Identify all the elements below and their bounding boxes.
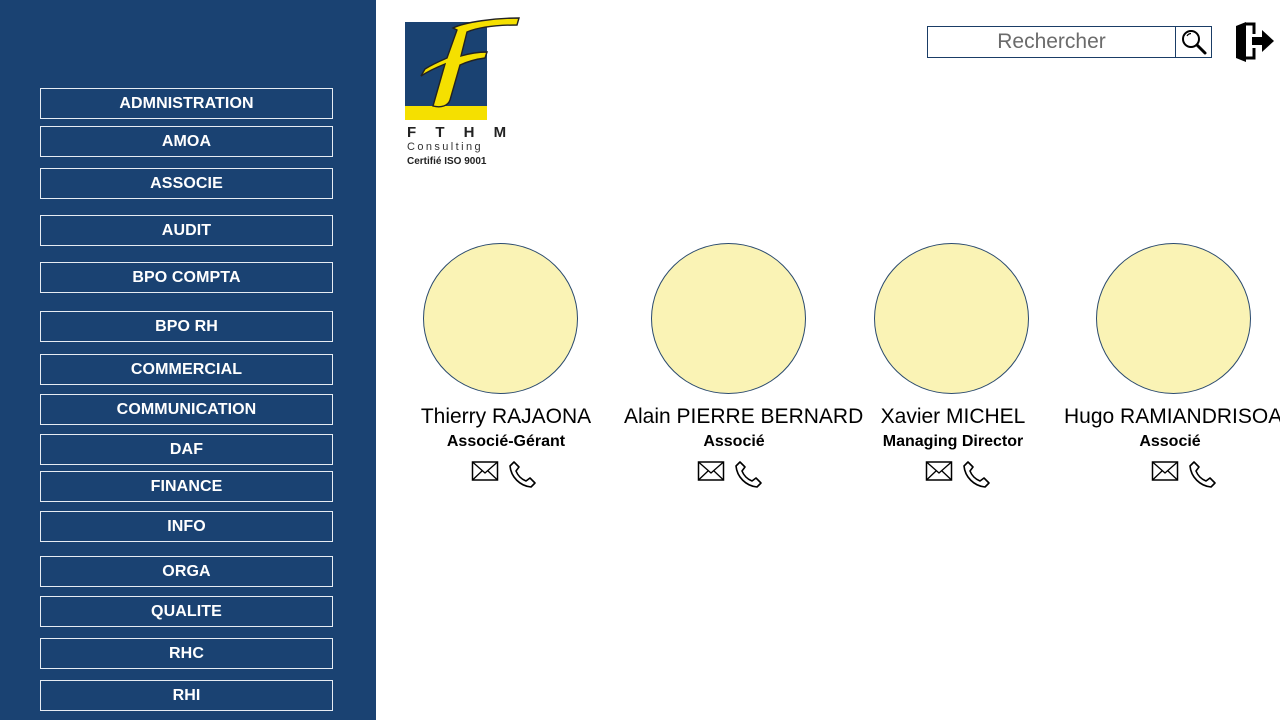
email-icon[interactable] (697, 459, 725, 483)
dept-button-commercial[interactable]: COMMERCIAL (40, 354, 333, 385)
avatar (651, 243, 806, 394)
phone-icon[interactable] (962, 459, 992, 489)
dept-button-associe[interactable]: ASSOCIE (40, 168, 333, 199)
avatar (423, 243, 578, 394)
person-card[interactable]: Alain PIERRE BERNARD Associé (624, 243, 864, 493)
person-name: Alain PIERRE BERNARD (624, 405, 864, 428)
dept-button-audit[interactable]: AUDIT (40, 215, 333, 246)
dept-button-finance[interactable]: FINANCE (40, 471, 333, 502)
avatar (874, 243, 1029, 394)
phone-icon[interactable] (508, 459, 538, 489)
person-card[interactable]: Hugo RAMIANDRISOA Associé (1060, 243, 1280, 493)
logout-icon[interactable] (1232, 20, 1276, 62)
person-name: Hugo RAMIANDRISOA (1064, 405, 1280, 428)
person-role: Associé (703, 433, 765, 450)
dept-button-bpo-compta[interactable]: BPO COMPTA (40, 262, 333, 293)
dept-button-amoa[interactable]: AMOA (40, 126, 333, 157)
person-name: Thierry RAJAONA (420, 405, 592, 428)
dept-button-admnistration[interactable]: ADMNISTRATION (40, 88, 333, 119)
search-button[interactable] (1175, 26, 1212, 58)
email-icon[interactable] (1151, 459, 1179, 483)
person-card[interactable]: Xavier MICHEL Managing Director (843, 243, 1063, 493)
phone-icon[interactable] (1188, 459, 1218, 489)
dept-button-orga[interactable]: ORGA (40, 556, 333, 587)
dept-button-rhi[interactable]: RHI (40, 680, 333, 711)
person-role: Managing Director (882, 433, 1024, 450)
logo-tagline-text: Consulting (407, 141, 483, 153)
email-icon[interactable] (925, 459, 953, 483)
person-role: Associé (1139, 433, 1201, 450)
sidebar: ADMNISTRATION AMOA ASSOCIE AUDIT BPO COM… (0, 0, 376, 720)
logo-certification-text: Certifié ISO 9001 (407, 156, 487, 167)
search-icon (1181, 30, 1206, 55)
person-name: Xavier MICHEL (880, 405, 1026, 428)
dept-button-bpo-rh[interactable]: BPO RH (40, 311, 333, 342)
dept-button-communication[interactable]: COMMUNICATION (40, 394, 333, 425)
dept-button-rhc[interactable]: RHC (40, 638, 333, 669)
person-card[interactable]: Thierry RAJAONA Associé-Gérant (396, 243, 616, 493)
dept-button-daf[interactable]: DAF (40, 434, 333, 465)
logo-brand-text: F T H M (407, 124, 514, 141)
search-input[interactable] (927, 26, 1175, 58)
person-role: Associé-Gérant (446, 433, 566, 450)
dept-button-info[interactable]: INFO (40, 511, 333, 542)
avatar (1096, 243, 1251, 394)
email-icon[interactable] (471, 459, 499, 483)
dept-button-qualite[interactable]: QUALITE (40, 596, 333, 627)
phone-icon[interactable] (734, 459, 764, 489)
